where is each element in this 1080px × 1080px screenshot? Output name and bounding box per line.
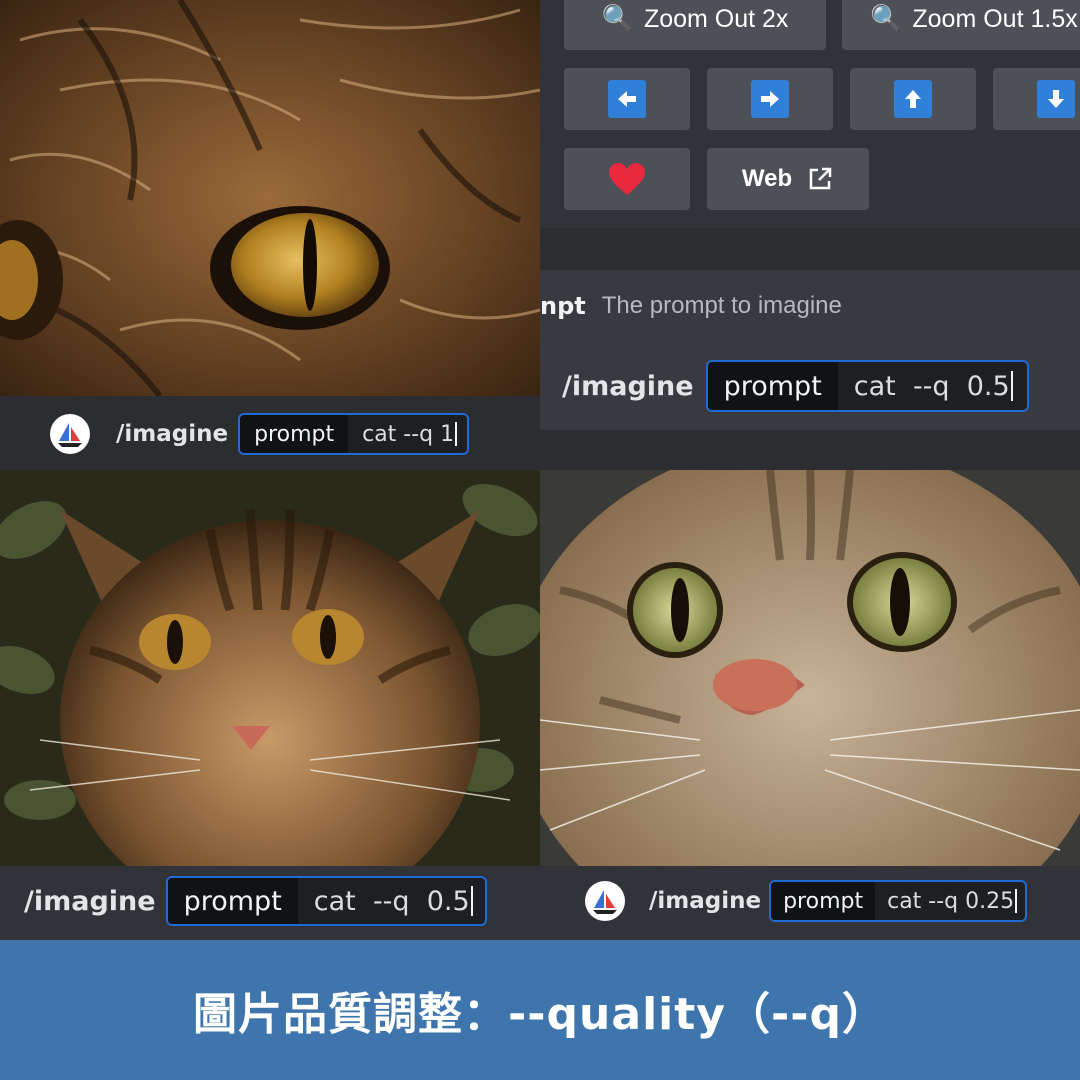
- arrow-up-icon: [894, 80, 932, 118]
- prompt-value: cat --q 0.5: [313, 885, 470, 917]
- text-caret: [1010, 371, 1013, 401]
- arrow-down-icon: [1037, 80, 1075, 118]
- prompt-option-label: prompt: [167, 878, 298, 924]
- prompt-option-label: prompt: [707, 362, 838, 410]
- cat-image-quality-0-25: [540, 470, 1080, 866]
- web-link-button[interactable]: Web: [707, 148, 869, 210]
- midjourney-sailboat-icon: [585, 881, 625, 921]
- prompt-input[interactable]: prompt cat --q 0.5: [705, 360, 1029, 412]
- prompt-input[interactable]: prompt cat --q 0.25: [769, 880, 1028, 922]
- hint-option-description: The prompt to imagine: [601, 292, 842, 319]
- command-bar-bottom-left: /imagine prompt cat --q 0.5: [24, 876, 487, 926]
- divider-strip: [540, 228, 1080, 270]
- prompt-value: cat --q 0.25: [887, 888, 1015, 914]
- divider-strip: [540, 430, 1080, 470]
- prompt-value: cat --q 1: [362, 421, 455, 447]
- magnifier-icon: 🔍: [601, 4, 634, 34]
- heart-icon: [609, 163, 645, 195]
- prompt-value: cat --q 0.5: [853, 370, 1010, 402]
- text-caret: [455, 422, 458, 446]
- prompt-option-label: prompt: [240, 415, 349, 453]
- pan-down-button[interactable]: [993, 68, 1080, 130]
- pan-right-button[interactable]: [707, 68, 833, 130]
- zoom-out-2x-label: Zoom Out 2x: [643, 4, 789, 33]
- prompt-input[interactable]: prompt cat --q 1: [238, 413, 470, 455]
- midjourney-sailboat-icon: [50, 414, 90, 454]
- arrow-right-icon: [751, 80, 789, 118]
- pan-left-button[interactable]: [564, 68, 690, 130]
- title-banner: 圖片品質調整：--quality（--q）: [0, 940, 1080, 1080]
- command-bar-top-right: /imagine prompt cat --q 0.5: [562, 360, 1029, 412]
- arrow-left-icon: [608, 80, 646, 118]
- command-name: /imagine: [649, 888, 762, 914]
- command-bar-top-left: /imagine prompt cat --q 1: [50, 413, 470, 455]
- text-caret: [470, 886, 473, 916]
- pan-up-button[interactable]: [850, 68, 976, 130]
- cat-image-quality-0-5: [0, 470, 540, 866]
- zoom-out-1-5x-label: Zoom Out 1.5x: [912, 4, 1078, 33]
- magnifier-icon: 🔍: [870, 4, 903, 34]
- option-hint-row[interactable]: npt The prompt to imagine: [540, 270, 1080, 342]
- hint-option-name: npt: [540, 292, 586, 320]
- prompt-option-label: prompt: [771, 882, 876, 920]
- command-name: /imagine: [116, 421, 229, 447]
- favorite-button[interactable]: [564, 148, 690, 210]
- external-link-icon: [809, 167, 832, 190]
- command-name: /imagine: [24, 885, 156, 917]
- text-caret: [1015, 889, 1018, 913]
- command-name: /imagine: [562, 370, 694, 402]
- zoom-out-2x-button[interactable]: 🔍 Zoom Out 2x: [564, 0, 826, 50]
- command-bar-bottom-right: /imagine prompt cat --q 0.25: [585, 880, 1028, 922]
- web-label: Web: [741, 165, 793, 192]
- cat-image-quality-1: [0, 0, 540, 396]
- zoom-out-1-5x-button[interactable]: 🔍 Zoom Out 1.5x: [842, 0, 1080, 50]
- prompt-input[interactable]: prompt cat --q 0.5: [165, 876, 487, 926]
- banner-title: 圖片品質調整：--quality（--q）: [193, 989, 887, 1040]
